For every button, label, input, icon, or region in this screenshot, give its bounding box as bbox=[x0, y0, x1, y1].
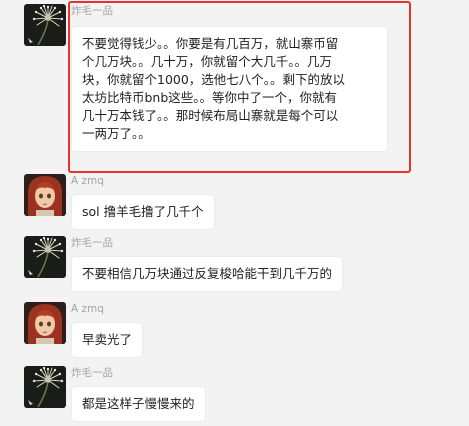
message-bubble[interactable]: 早卖光了 bbox=[71, 322, 144, 358]
chat-history[interactable]: 炸毛一品 不要觉得钱少。。你要是有几百万，就山寨币留 个几万块。。几十万，你就留… bbox=[0, 0, 469, 426]
message-text-line: 一两万了。。 bbox=[82, 126, 151, 141]
dandelion-avatar[interactable] bbox=[24, 236, 66, 278]
message-text-line: 块，你就留个1000，选他七八个。。剩下的放以 bbox=[82, 72, 346, 87]
message-text-line: 不要相信几万块通过反复梭哈能干到几千万的 bbox=[82, 266, 333, 281]
dandelion-avatar[interactable] bbox=[24, 366, 66, 408]
message-text-line: 早卖光了 bbox=[82, 332, 133, 347]
message-text-line: 都是这样子慢慢来的 bbox=[82, 396, 195, 411]
message-bubble[interactable]: 不要相信几万块通过反复梭哈能干到几千万的 bbox=[71, 256, 344, 292]
sender-name: 炸毛一品 bbox=[71, 5, 113, 17]
sender-name: A zmq bbox=[71, 303, 104, 315]
message-bubble[interactable]: 不要觉得钱少。。你要是有几百万，就山寨币留 个几万块。。几十万，你就留个大几千。… bbox=[71, 26, 388, 152]
sender-name: 炸毛一品 bbox=[71, 237, 113, 249]
message-text-line: 个几万块。。几十万，你就留个大几千。。几万 bbox=[82, 54, 333, 69]
sender-name: A zmq bbox=[71, 175, 104, 187]
message-text-line: 不要觉得钱少。。你要是有几百万，就山寨币留 bbox=[82, 36, 339, 51]
sender-name: 炸毛一品 bbox=[71, 367, 113, 379]
message-text-line: sol 撸羊毛撸了几千个 bbox=[82, 204, 204, 219]
message-bubble[interactable]: sol 撸羊毛撸了几千个 bbox=[71, 194, 215, 230]
anime-girl-avatar[interactable] bbox=[24, 174, 66, 216]
message-bubble[interactable]: 都是这样子慢慢来的 bbox=[71, 386, 206, 422]
message-text-line: 几十万本钱了。。那时候布局山寨就是每个可以 bbox=[82, 108, 339, 123]
message-text-line: 太坊比特币bnb这些。。等你中了一个，你就有 bbox=[82, 90, 338, 105]
anime-girl-avatar[interactable] bbox=[24, 302, 66, 344]
dandelion-avatar[interactable] bbox=[24, 4, 66, 46]
